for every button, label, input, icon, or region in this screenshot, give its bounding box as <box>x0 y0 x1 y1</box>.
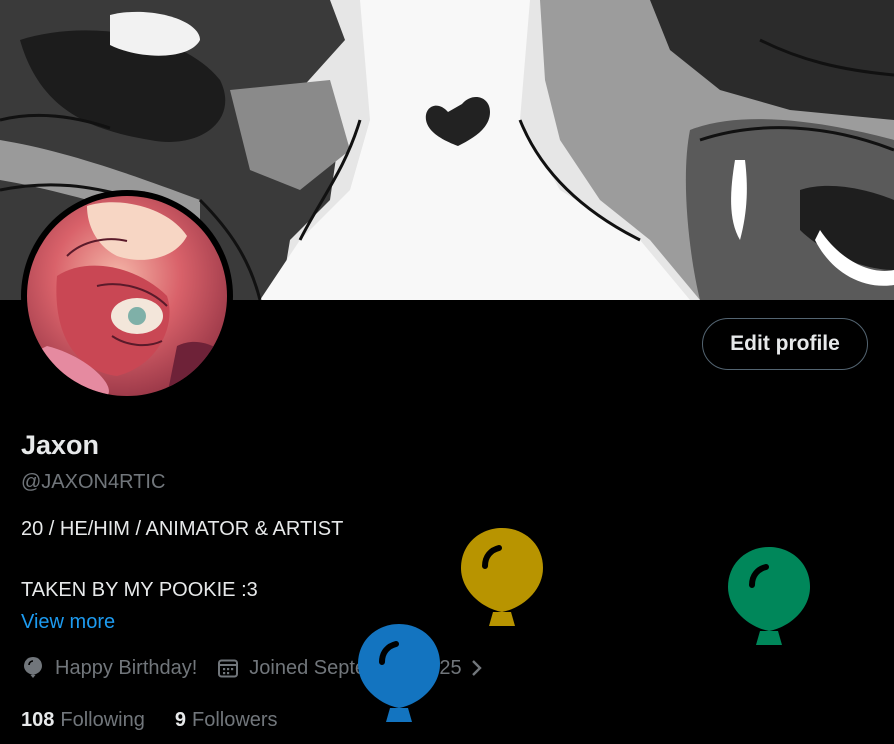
avatar-image <box>27 196 227 396</box>
birthday-balloon-icon <box>461 528 543 626</box>
following-link[interactable]: 108 Following <box>21 709 145 732</box>
birthday-balloon-icon <box>728 547 810 645</box>
profile-bio: 20 / HE/HIM / ANIMATOR & ARTIST TAKEN BY… <box>21 516 343 603</box>
calendar-icon <box>218 659 239 678</box>
profile-display-name: Jaxon <box>21 430 100 460</box>
birthday-text: Happy Birthday! <box>55 656 198 679</box>
bio-spacer <box>21 542 343 577</box>
view-more-link[interactable]: View more <box>21 609 115 635</box>
birthday-item: Happy Birthday! <box>21 655 197 681</box>
chevron-right-icon <box>471 660 482 676</box>
edit-profile-button[interactable]: Edit profile <box>702 318 868 370</box>
followers-link[interactable]: 9 Followers <box>175 709 278 732</box>
joined-item[interactable]: Joined September 2025 <box>217 657 493 680</box>
bio-line: TAKEN BY MY POOKIE :3 <box>21 579 258 601</box>
followers-count: 9 <box>174 708 186 731</box>
profile-avatar[interactable] <box>21 190 233 402</box>
balloon-icon <box>24 657 42 678</box>
following-label: Following <box>60 708 145 731</box>
profile-handle: @JAXON4RTIC <box>21 471 166 493</box>
following-count: 108 <box>21 708 55 731</box>
birthday-balloon-icon <box>358 624 440 722</box>
bio-line: 20 / HE/HIM / ANIMATOR & ARTIST <box>21 518 344 540</box>
follow-stats-row: 108 Following 9 Followers <box>21 706 278 734</box>
followers-label: Followers <box>191 708 278 731</box>
